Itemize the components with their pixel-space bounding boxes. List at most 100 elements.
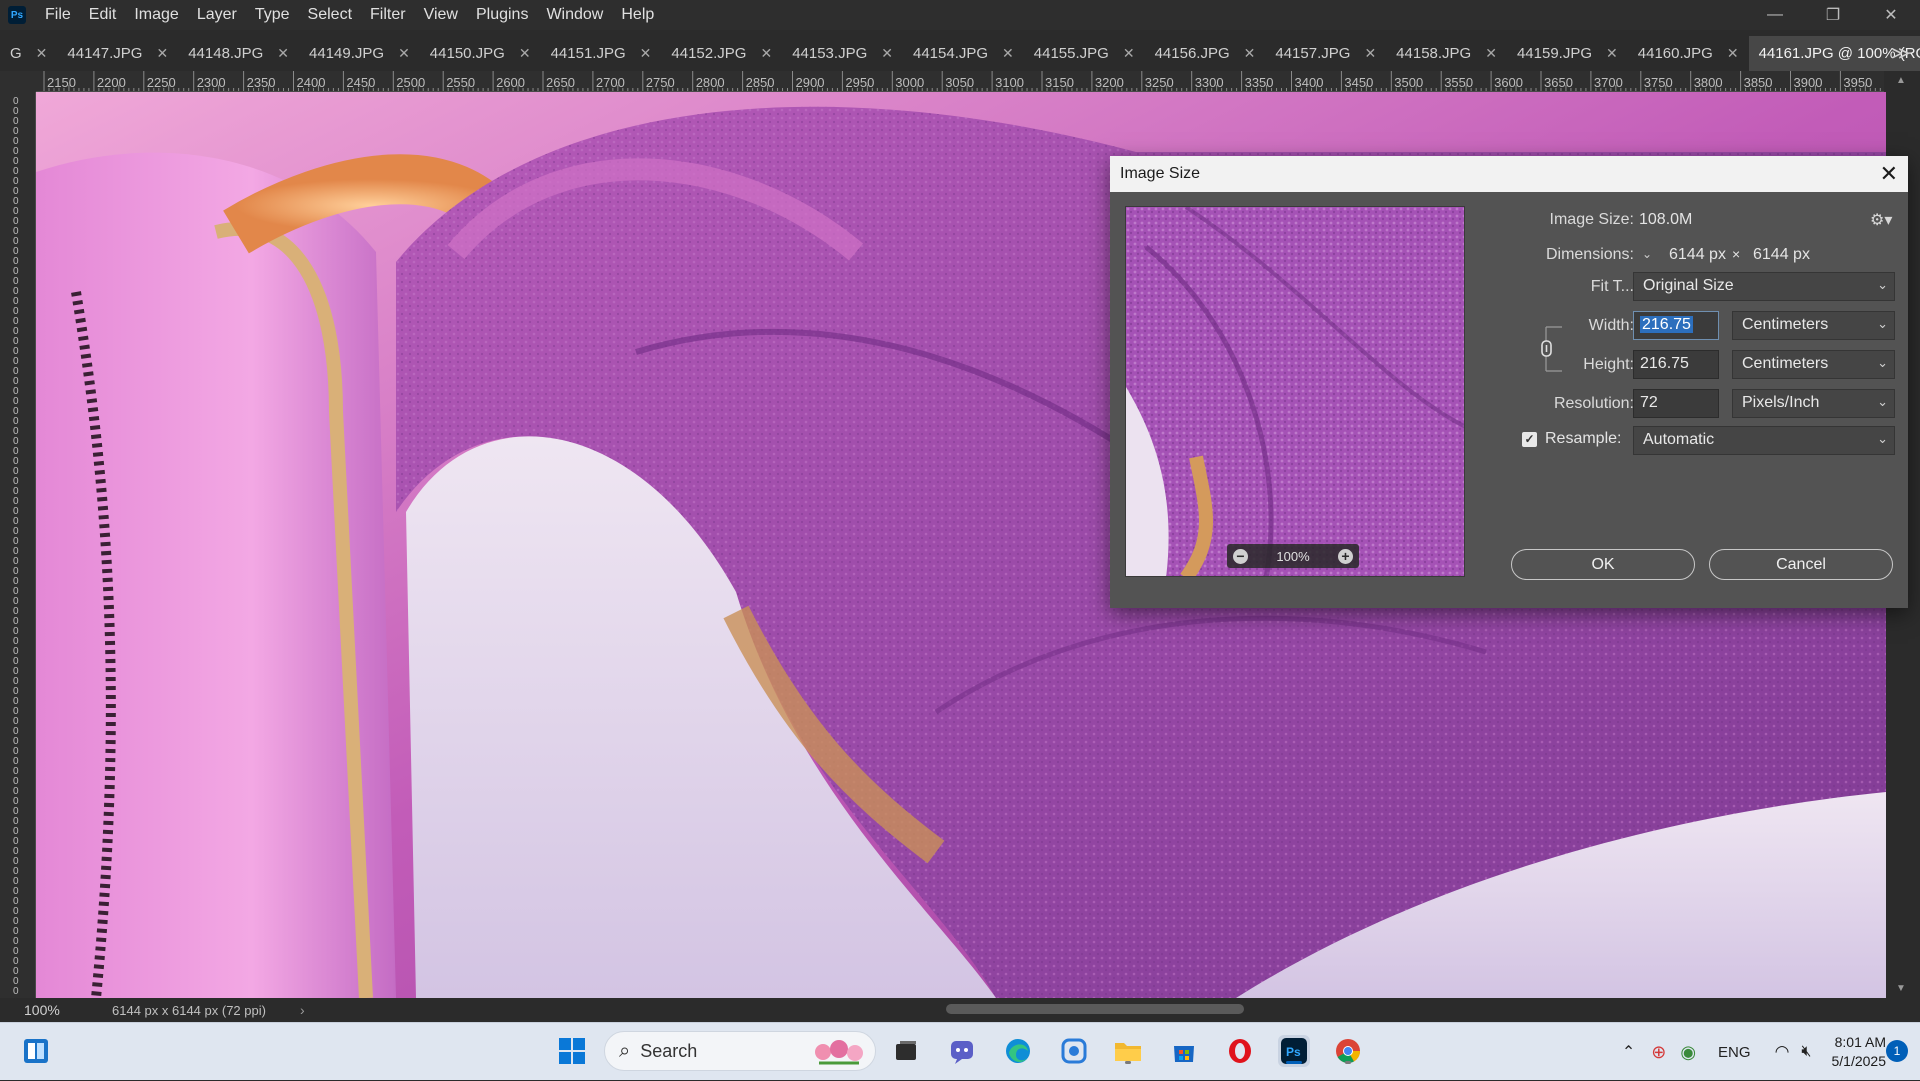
close-tab-icon[interactable]: ✕ xyxy=(519,45,531,62)
close-tab-icon[interactable]: ✕ xyxy=(398,45,410,62)
dialog-close-button[interactable]: ✕ xyxy=(1880,163,1898,185)
document-tab[interactable]: 44159.JPG ✕ xyxy=(1507,36,1628,71)
chrome-browser-icon[interactable] xyxy=(1332,1035,1364,1067)
close-tab-icon[interactable]: ✕ xyxy=(277,45,289,62)
volume-muted-icon[interactable]: 🔇︎ xyxy=(1801,1043,1811,1061)
menu-item-select[interactable]: Select xyxy=(299,0,361,30)
document-tab[interactable]: 44158.JPG ✕ xyxy=(1386,36,1507,71)
notification-badge[interactable]: 1 xyxy=(1886,1040,1908,1062)
document-tab[interactable]: 44155.JPG ✕ xyxy=(1024,36,1145,71)
copilot-lens-icon[interactable] xyxy=(1058,1035,1090,1067)
close-tab-icon[interactable]: ✕ xyxy=(36,45,48,62)
store-glyph xyxy=(1174,1046,1194,1062)
store-icon[interactable] xyxy=(1168,1035,1200,1067)
language-indicator[interactable]: ENG xyxy=(1718,1044,1751,1061)
close-tab-icon[interactable]: ✕ xyxy=(1606,45,1618,62)
close-tab-icon[interactable]: ✕ xyxy=(1485,45,1497,62)
close-tab-icon[interactable]: ✕ xyxy=(1727,45,1739,62)
zoom-level[interactable]: 100% xyxy=(0,1002,90,1018)
scroll-thumb[interactable] xyxy=(946,1004,1244,1014)
widgets-icon[interactable] xyxy=(20,1035,52,1067)
resolution-input[interactable]: 72 xyxy=(1633,389,1719,418)
ruler-tick-label: 3150 xyxy=(1045,75,1074,90)
document-tab[interactable]: 44150.JPG ✕ xyxy=(420,36,541,71)
document-tab[interactable]: 44148.JPG ✕ xyxy=(178,36,299,71)
height-input[interactable]: 216.75 xyxy=(1633,350,1719,379)
image-size-dialog: Image Size ✕ − 100% + ⚙▾ Image Size: 108… xyxy=(1110,156,1908,608)
document-tab[interactable]: 44160.JPG ✕ xyxy=(1628,36,1749,71)
document-tab[interactable]: 44151.JPG ✕ xyxy=(541,36,662,71)
tab-overflow-button[interactable]: ≫ xyxy=(1891,36,1910,71)
fit-to-select[interactable]: Original Size ⌄ xyxy=(1633,272,1895,301)
height-unit-select[interactable]: Centimeters ⌄ xyxy=(1732,350,1895,379)
close-tab-icon[interactable]: ✕ xyxy=(1364,45,1376,62)
scroll-up-icon[interactable]: ▲ xyxy=(1896,75,1906,86)
document-tab[interactable]: 44152.JPG ✕ xyxy=(661,36,782,71)
photoshop-taskbar-icon[interactable]: Ps xyxy=(1278,1035,1310,1067)
resample-checkbox[interactable]: ✓ xyxy=(1522,432,1537,447)
resolution-unit-select[interactable]: Pixels/Inch ⌄ xyxy=(1732,389,1895,418)
document-tab[interactable]: 44147.JPG ✕ xyxy=(57,36,178,71)
menu-item-help[interactable]: Help xyxy=(612,0,663,30)
menu-item-view[interactable]: View xyxy=(415,0,467,30)
close-tab-icon[interactable]: ✕ xyxy=(1123,45,1135,62)
close-tab-icon[interactable]: ✕ xyxy=(881,45,893,62)
minimize-button[interactable]: — xyxy=(1746,0,1804,30)
wifi-icon[interactable]: ◠ xyxy=(1775,1042,1790,1062)
constrain-proportions-link-icon[interactable] xyxy=(1540,323,1566,375)
status-menu-arrow-icon[interactable]: › xyxy=(300,1002,305,1018)
resample-select[interactable]: Automatic ⌄ xyxy=(1633,426,1895,455)
document-tab[interactable]: 44157.JPG ✕ xyxy=(1265,36,1386,71)
taskbar-search-box[interactable]: ⌕ Search xyxy=(604,1031,876,1071)
task-view-icon[interactable] xyxy=(890,1035,922,1067)
settings-gear-icon[interactable]: ⚙▾ xyxy=(1870,210,1892,230)
document-tab[interactable]: 44156.JPG ✕ xyxy=(1145,36,1266,71)
edge-browser-icon[interactable] xyxy=(1002,1035,1034,1067)
menu-item-image[interactable]: Image xyxy=(125,0,187,30)
clock-date: 5/1/2025 xyxy=(1831,1053,1887,1069)
close-tab-icon[interactable]: ✕ xyxy=(760,45,772,62)
close-tab-icon[interactable]: ✕ xyxy=(156,45,168,62)
resolution-label: Resolution: xyxy=(1553,395,1634,412)
width-unit-select[interactable]: Centimeters ⌄ xyxy=(1732,311,1895,340)
zoom-in-icon[interactable]: + xyxy=(1338,548,1353,564)
document-tab[interactable]: 44153.JPG ✕ xyxy=(782,36,903,71)
clock[interactable]: 8:01 AM 5/1/2025 xyxy=(1832,1033,1887,1071)
ruler-tick-label: 2300 xyxy=(196,75,226,90)
teams-glyph xyxy=(951,1041,973,1064)
teams-chat-icon[interactable] xyxy=(946,1035,978,1067)
width-input[interactable]: 216.75 xyxy=(1633,311,1719,340)
close-tab-icon[interactable]: ✕ xyxy=(640,45,652,62)
close-tab-icon[interactable]: ✕ xyxy=(1244,45,1256,62)
dialog-title-bar[interactable]: Image Size ✕ xyxy=(1110,156,1908,192)
start-windows-icon[interactable] xyxy=(556,1035,588,1067)
menu-item-plugins[interactable]: Plugins xyxy=(467,0,537,30)
tab-label: G xyxy=(10,45,22,62)
preview-image[interactable]: − 100% + xyxy=(1125,206,1465,577)
close-window-button[interactable]: ✕ xyxy=(1862,0,1920,30)
scroll-down-icon[interactable]: ▼ xyxy=(1896,983,1906,994)
menu-item-type[interactable]: Type xyxy=(246,0,299,30)
restore-button[interactable]: ❐ xyxy=(1804,0,1862,30)
close-tab-icon[interactable]: ✕ xyxy=(1002,45,1014,62)
vpn-globe-icon[interactable]: ⊕ xyxy=(1651,1042,1666,1063)
vertical-ruler[interactable]: 0000000000000000000000000000000000000000… xyxy=(0,92,36,998)
menu-item-filter[interactable]: Filter xyxy=(361,0,415,30)
network-shield-icon[interactable]: ◉ xyxy=(1680,1042,1696,1063)
menu-item-layer[interactable]: Layer xyxy=(188,0,246,30)
menu-item-window[interactable]: Window xyxy=(537,0,612,30)
horizontal-ruler[interactable]: 2150 2200 2250 2300 2350 2400 2450 2500 2550 2600… xyxy=(36,71,1884,92)
menu-item-file[interactable]: File xyxy=(36,0,80,30)
chevron-up-icon[interactable]: ⌃ xyxy=(1622,1042,1635,1062)
menu-item-edit[interactable]: Edit xyxy=(80,0,126,30)
horizontal-scrollbar[interactable] xyxy=(310,1003,1870,1015)
ok-button[interactable]: OK xyxy=(1511,549,1695,580)
document-tab[interactable]: 44154.JPG ✕ xyxy=(903,36,1024,71)
cancel-button[interactable]: Cancel xyxy=(1709,549,1893,580)
tab-fragment[interactable]: G ✕ xyxy=(0,36,57,71)
document-tab[interactable]: 44149.JPG ✕ xyxy=(299,36,420,71)
opera-browser-icon[interactable] xyxy=(1224,1035,1256,1067)
zoom-out-icon[interactable]: − xyxy=(1233,548,1248,564)
file-explorer-icon[interactable] xyxy=(1112,1035,1144,1067)
dimensions-unit-chevron-icon[interactable]: ⌄ xyxy=(1638,247,1656,263)
